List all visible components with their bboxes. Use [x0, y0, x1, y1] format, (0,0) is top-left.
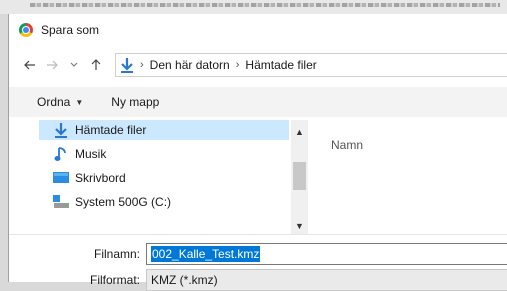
format-select[interactable]: KMZ (*.kmz) [146, 269, 507, 291]
nav-item-label: Hämtade filer [75, 123, 147, 137]
new-folder-label: Ny mapp [111, 95, 160, 109]
organize-menu-button[interactable]: Ordna ▼ [37, 95, 83, 109]
command-toolbar: Ordna ▼ Ny mapp [9, 87, 507, 117]
organize-label: Ordna [37, 95, 71, 109]
address-bar[interactable]: › Den här datorn › Hämtade filer [115, 53, 507, 77]
chrome-icon [19, 23, 33, 37]
forward-button[interactable] [43, 56, 61, 74]
chevron-down-icon [70, 62, 78, 67]
caret-down-icon: ▼ [75, 97, 84, 107]
column-header-name[interactable]: Namn [331, 138, 363, 152]
desktop-icon [53, 170, 69, 186]
forward-arrow-icon [47, 60, 58, 70]
nav-item-desktop[interactable]: Skrivbord [39, 168, 289, 188]
nav-item-system-drive[interactable]: System 500G (C:) [39, 192, 289, 212]
breadcrumb-this-pc[interactable]: Den här datorn [150, 58, 230, 72]
download-arrow-icon [121, 58, 133, 73]
nav-pane-scrollbar[interactable]: ▲ ▼ [291, 120, 308, 234]
breadcrumb-separator: › [235, 59, 240, 71]
recent-locations-button[interactable] [65, 56, 83, 74]
title-bar[interactable]: Spara som [9, 14, 507, 46]
filename-input[interactable]: 002_Kalle_Test.kmz [146, 243, 507, 265]
format-row: Filformat: KMZ (*.kmz) [9, 269, 507, 291]
filename-label: Filnamn: [93, 247, 140, 261]
up-button[interactable] [87, 56, 105, 74]
nav-item-label: System 500G (C:) [75, 195, 172, 209]
filename-row: Filnamn: 002_Kalle_Test.kmz [9, 243, 507, 265]
save-as-dialog: Spara som › Den här datorn › Hämtade fil… [8, 14, 507, 291]
scroll-down-icon[interactable]: ▼ [291, 218, 308, 234]
nav-item-music[interactable]: Musik [39, 144, 289, 164]
filename-value: 002_Kalle_Test.kmz [151, 246, 261, 262]
back-arrow-icon [24, 60, 35, 70]
drive-icon [53, 194, 69, 210]
back-button[interactable] [21, 56, 39, 74]
divider [9, 234, 507, 235]
background-content [30, 3, 500, 7]
new-folder-button[interactable]: Ny mapp [111, 95, 159, 109]
scroll-thumb[interactable] [293, 162, 306, 190]
music-note-icon [53, 146, 69, 162]
nav-item-label: Skrivbord [75, 171, 126, 185]
up-arrow-icon [91, 59, 101, 70]
nav-item-downloads[interactable]: Hämtade filer [39, 120, 289, 140]
nav-item-label: Musik [75, 147, 107, 161]
window-title: Spara som [41, 23, 100, 37]
format-label: Filformat: [89, 273, 140, 287]
navigation-bar: › Den här datorn › Hämtade filer [9, 46, 507, 84]
background-strip [0, 0, 507, 14]
breadcrumb-downloads[interactable]: Hämtade filer [245, 58, 316, 72]
download-arrow-icon [53, 122, 69, 138]
format-value: KMZ (*.kmz) [151, 273, 218, 287]
navigation-pane: Hämtade filer Musik Skrivbord System 500… [39, 120, 299, 232]
scroll-up-icon[interactable]: ▲ [291, 124, 308, 140]
breadcrumb-separator: › [140, 59, 144, 71]
